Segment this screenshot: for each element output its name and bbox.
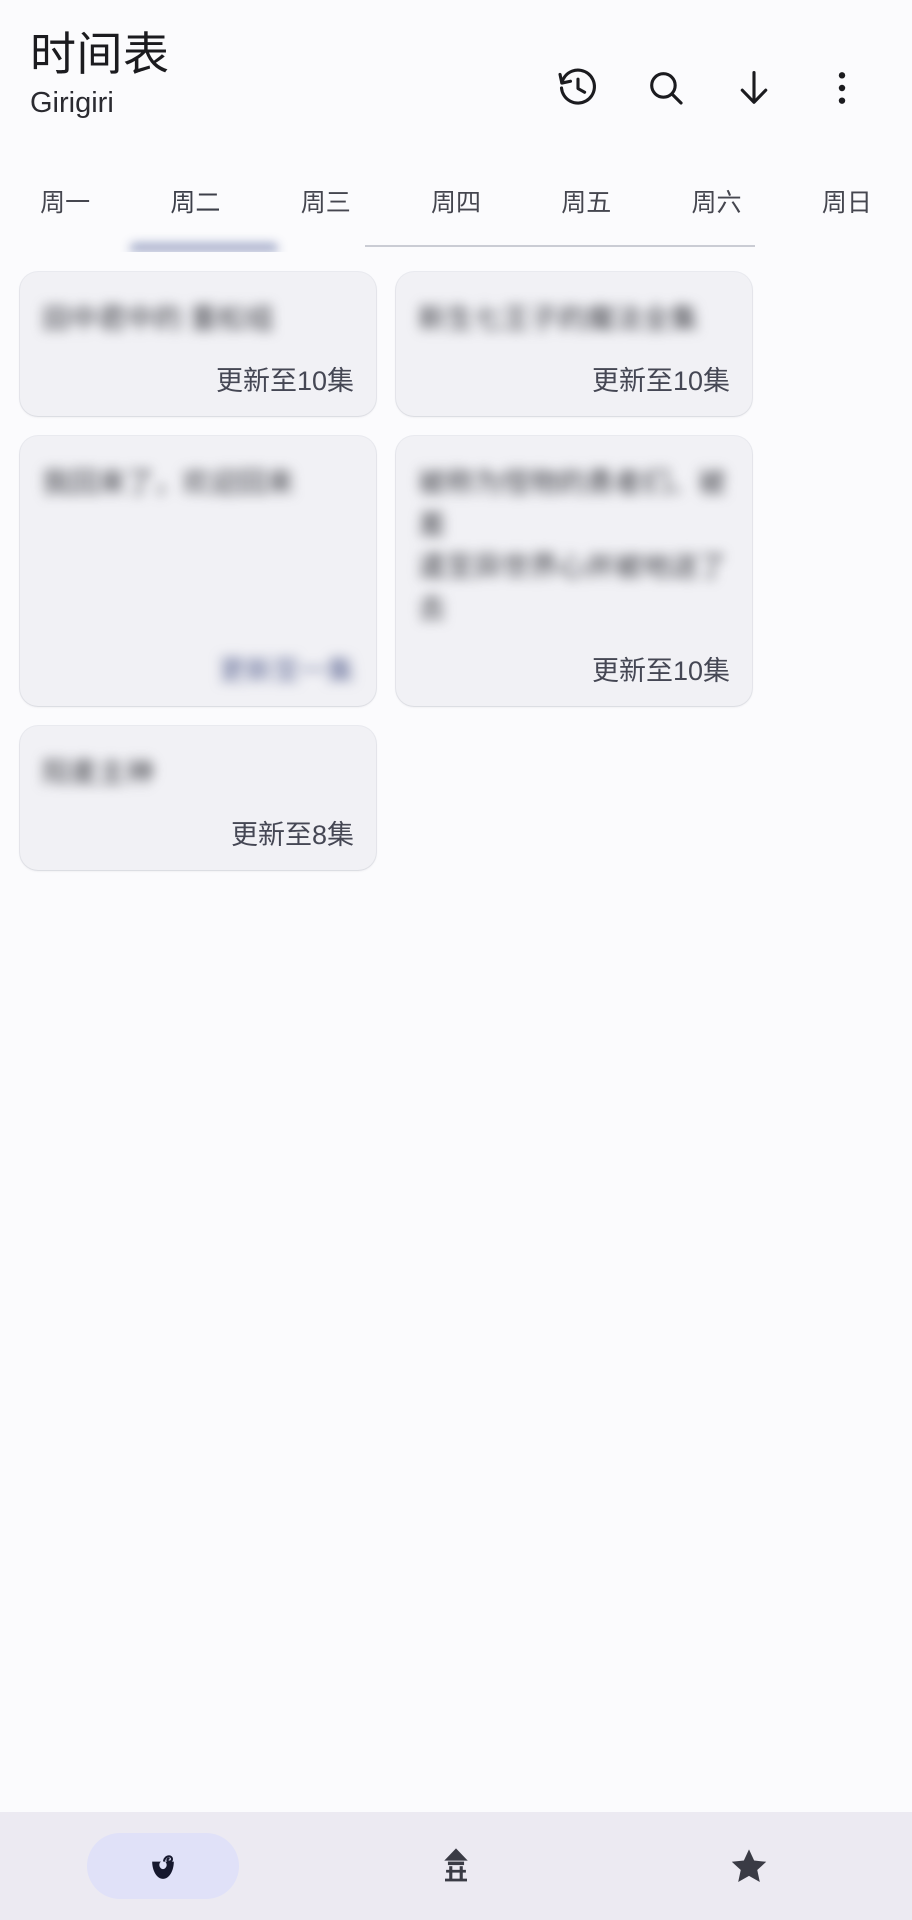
history-icon [556,66,600,110]
nav-pill [380,1833,532,1899]
app-root: 时间表 Girigiri 周一 周二 周三 周四 周五 周六 周日 田中君中的 … [0,0,912,1920]
card-status: 更新至一集 [219,656,354,686]
app-bar: 时间表 Girigiri [0,0,912,168]
tab-label: 周日 [821,189,872,217]
overflow-menu-icon [820,66,864,110]
card-status: 更新至10集 [591,656,730,686]
schedule-content: 田中君中的 重松组 更新至10集 新生七王子的魔法全集 更新至10集 我回来了，… [0,252,912,1812]
table-row[interactable]: 我回来了，欢迎回来 更新至一集 [20,436,376,706]
table-row[interactable]: 被称为怪物的勇者们、被差 遣至异世界心并被地送了去 更新至10集 [396,436,752,706]
tab-tuesday[interactable]: 周二 [130,168,279,252]
title-block: 时间表 Girigiri [30,22,170,122]
anime-card-grid: 田中君中的 重松组 更新至10集 新生七王子的魔法全集 更新至10集 我回来了，… [10,262,902,880]
tab-label: 周三 [300,189,351,217]
tab-label: 周六 [691,189,742,217]
tab-label: 周二 [170,189,221,217]
tab-label: 周五 [561,189,612,217]
table-row[interactable]: 阳麦主神 更新至8集 [20,726,376,870]
tab-thursday[interactable]: 周四 [391,168,521,252]
nav-item-home[interactable] [309,1812,602,1920]
history-button[interactable] [534,44,622,132]
nav-item-schedule[interactable] [16,1812,309,1920]
tab-active-indicator [130,243,279,252]
card-status: 更新至8集 [230,820,354,850]
card-title: 新生七王子的魔法全集 [418,303,699,334]
tab-wednesday[interactable]: 周三 [261,168,391,252]
card-title: 阳麦主神 [42,757,155,788]
card-status: 更新至10集 [591,366,730,396]
tab-saturday[interactable]: 周六 [651,168,781,252]
bottom-navigation-bar [0,1812,912,1920]
tab-label: 周一 [40,189,91,217]
nav-pill [673,1833,825,1899]
search-button[interactable] [622,44,710,132]
nav-item-favorites[interactable] [603,1812,896,1920]
download-icon [732,66,776,110]
tab-friday[interactable]: 周五 [521,168,651,252]
home-icon [434,1844,478,1888]
tab-label: 周四 [430,189,481,217]
card-status: 更新至10集 [215,366,354,396]
app-bar-actions [534,22,886,132]
page-subtitle: Girigiri [30,87,114,119]
card-title: 我回来了，欢迎回来 [42,467,295,498]
search-icon [644,66,688,110]
nav-active-pill [86,1833,239,1899]
card-title: 田中君中的 重松组 [42,303,274,334]
tab-monday[interactable]: 周一 [0,168,130,252]
day-tab-bar: 周一 周二 周三 周四 周五 周六 周日 [0,168,912,252]
schedule-icon [141,1844,185,1888]
download-button[interactable] [710,44,798,132]
overflow-menu-button[interactable] [798,44,886,132]
card-title: 被称为怪物的勇者们、被差 遣至异世界心并被地送了去 [418,467,727,624]
star-icon [727,1844,771,1888]
page-title: 时间表 [30,28,170,80]
table-row[interactable]: 新生七王子的魔法全集 更新至10集 [396,272,752,416]
table-row[interactable]: 田中君中的 重松组 更新至10集 [20,272,376,416]
tab-sunday[interactable]: 周日 [782,168,912,252]
